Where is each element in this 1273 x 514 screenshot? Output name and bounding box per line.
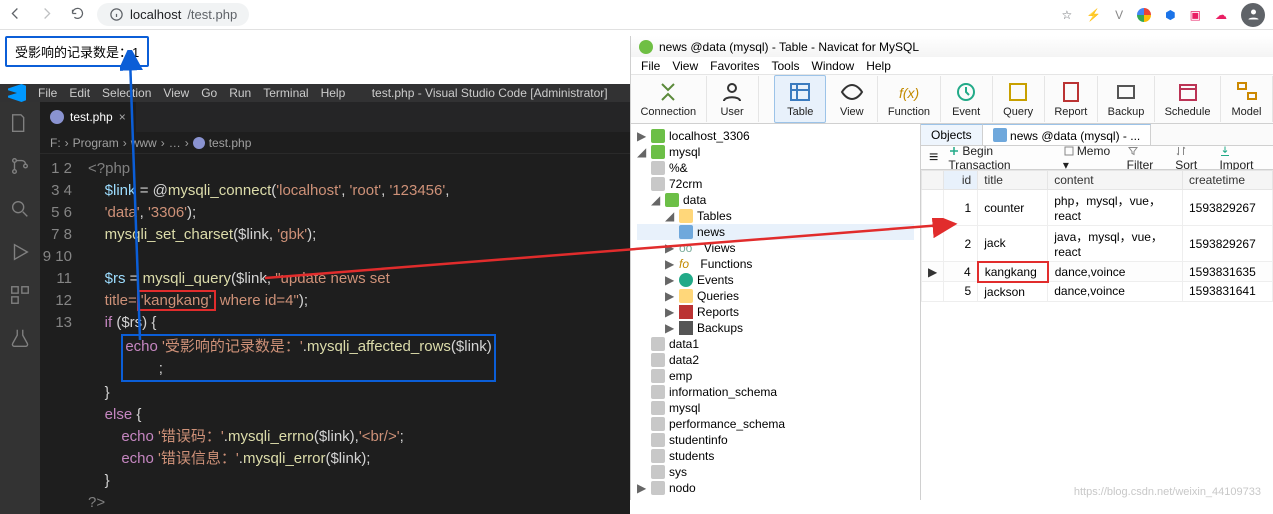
- watermark: https://blog.csdn.net/weixin_44109733: [1074, 486, 1261, 498]
- nv-menu-view[interactable]: View: [672, 59, 698, 73]
- tab-label: test.php: [70, 110, 113, 124]
- navicat-menubar: File View Favorites Tools Window Help: [631, 57, 1273, 75]
- ext-icon-4[interactable]: ⬢: [1165, 8, 1175, 22]
- menu-file[interactable]: File: [38, 86, 57, 100]
- navicat-titlebar: news @data (mysql) - Table - Navicat for…: [631, 36, 1273, 57]
- vscode-logo-icon: [8, 84, 26, 102]
- tab-objects[interactable]: Objects: [921, 124, 983, 145]
- back-icon[interactable]: [8, 6, 23, 24]
- tool-query[interactable]: Query: [993, 76, 1045, 122]
- table-row[interactable]: 2 jack java，mysql，vue，react 1593829267: [922, 226, 1273, 262]
- data-grid[interactable]: id title content createtime 1 counter ph…: [921, 170, 1273, 500]
- menu-selection[interactable]: Selection: [102, 86, 151, 100]
- tool-schedule[interactable]: Schedule: [1155, 76, 1221, 122]
- navicat-window: news @data (mysql) - Table - Navicat for…: [630, 36, 1273, 500]
- navicat-title: news @data (mysql) - Table - Navicat for…: [659, 40, 919, 54]
- code-editor[interactable]: 1 2 3 4 5 6 7 8 9 10 11 12 13 <?php $lin…: [40, 154, 630, 514]
- tool-connection[interactable]: Connection: [631, 76, 707, 122]
- close-icon[interactable]: ×: [119, 110, 126, 124]
- menu-run[interactable]: Run: [229, 86, 251, 100]
- profile-avatar[interactable]: [1241, 3, 1265, 27]
- tool-backup[interactable]: Backup: [1098, 76, 1155, 122]
- address-bar[interactable]: localhost/test.php: [97, 3, 249, 26]
- browser-toolbar: localhost/test.php ☆ ⚡ V ⬢ ▣ ☁: [0, 0, 1273, 30]
- tool-function[interactable]: f(x)Function: [878, 76, 940, 122]
- url-host: localhost: [130, 7, 181, 22]
- tool-table[interactable]: Table: [774, 75, 826, 123]
- url-path: /test.php: [187, 7, 237, 22]
- table-toolbar: ≡ Begin Transaction Memo ▾ Filter Sort I…: [921, 146, 1273, 170]
- forward-icon[interactable]: [39, 6, 54, 24]
- navicat-logo-icon: [639, 40, 653, 54]
- ext-icon-1[interactable]: ⚡: [1086, 8, 1101, 22]
- highlight-kangkang: 'kangkang': [137, 290, 216, 311]
- nv-menu-fav[interactable]: Favorites: [710, 59, 759, 73]
- table-row[interactable]: 1 counter php，mysql，vue，react 1593829267: [922, 190, 1273, 226]
- extensions-icon[interactable]: [9, 284, 31, 309]
- ext-icon-3[interactable]: [1137, 8, 1151, 22]
- menu-icon[interactable]: ≡: [929, 149, 938, 167]
- btn-import[interactable]: Import: [1219, 144, 1265, 172]
- grid-header[interactable]: id title content createtime: [922, 171, 1273, 190]
- svg-text:f(x): f(x): [899, 85, 919, 101]
- git-icon[interactable]: [9, 155, 31, 180]
- tool-event[interactable]: Event: [941, 76, 993, 122]
- explorer-icon[interactable]: [9, 112, 31, 137]
- btn-filter[interactable]: Filter: [1127, 144, 1166, 172]
- menu-help[interactable]: Help: [321, 86, 346, 100]
- info-icon: [109, 7, 124, 22]
- breadcrumb[interactable]: F:›Program›www›…›test.php: [40, 132, 630, 154]
- menu-view[interactable]: View: [163, 86, 189, 100]
- table-row[interactable]: 5 jackson dance,voince 1593831641: [922, 282, 1273, 302]
- highlight-echo: echo '受影响的记录数是：'.mysqli_affected_rows($l…: [121, 334, 495, 382]
- btn-sort[interactable]: Sort: [1175, 144, 1209, 172]
- btn-begin-transaction[interactable]: Begin Transaction: [948, 144, 1052, 172]
- tool-report[interactable]: Report: [1045, 76, 1098, 122]
- navicat-toolbar: Connection User Table View f(x)Function …: [631, 75, 1273, 124]
- highlight-cell-kangkang: kangkang: [978, 262, 1048, 282]
- vscode-window: File Edit Selection View Go Run Terminal…: [0, 84, 630, 500]
- tool-view[interactable]: View: [826, 76, 878, 122]
- tab-testphp[interactable]: test.php ×: [40, 102, 136, 132]
- menu-edit[interactable]: Edit: [69, 86, 90, 100]
- search-icon[interactable]: [9, 198, 31, 223]
- menu-go[interactable]: Go: [201, 86, 217, 100]
- debug-icon[interactable]: [9, 241, 31, 266]
- btn-memo[interactable]: Memo ▾: [1063, 144, 1117, 172]
- nv-menu-file[interactable]: File: [641, 59, 660, 73]
- connection-tree[interactable]: ▶localhost_3306 ◢mysql %& 72crm ◢data ◢T…: [631, 124, 921, 500]
- tool-model[interactable]: Model: [1221, 76, 1273, 122]
- nv-menu-window[interactable]: Window: [812, 59, 855, 73]
- window-title: test.php - Visual Studio Code [Administr…: [372, 86, 608, 100]
- page-output: 受影响的记录数是：1: [5, 36, 149, 67]
- activity-bar: [0, 102, 40, 514]
- ext-icon-6[interactable]: ☁: [1215, 8, 1227, 22]
- ext-icon-5[interactable]: ▣: [1190, 8, 1201, 22]
- reload-icon[interactable]: [70, 6, 85, 24]
- php-file-icon: [50, 110, 64, 124]
- vscode-menubar: File Edit Selection View Go Run Terminal…: [0, 84, 630, 102]
- tab-news[interactable]: news @data (mysql) - ...: [983, 124, 1152, 145]
- star-icon[interactable]: ☆: [1061, 8, 1072, 22]
- ext-icon-2[interactable]: V: [1115, 8, 1123, 22]
- nv-menu-help[interactable]: Help: [866, 59, 891, 73]
- tool-user[interactable]: User: [707, 76, 759, 122]
- beaker-icon[interactable]: [9, 327, 31, 352]
- table-row-selected[interactable]: ▶ 4 kangkang dance,voince 1593831635: [922, 262, 1273, 282]
- line-gutter: 1 2 3 4 5 6 7 8 9 10 11 12 13: [40, 154, 82, 514]
- code-content: <?php $link = @mysqli_connect('localhost…: [82, 154, 630, 514]
- nv-menu-tools[interactable]: Tools: [772, 59, 800, 73]
- editor-tabs: test.php ×: [40, 102, 630, 132]
- menu-terminal[interactable]: Terminal: [263, 86, 308, 100]
